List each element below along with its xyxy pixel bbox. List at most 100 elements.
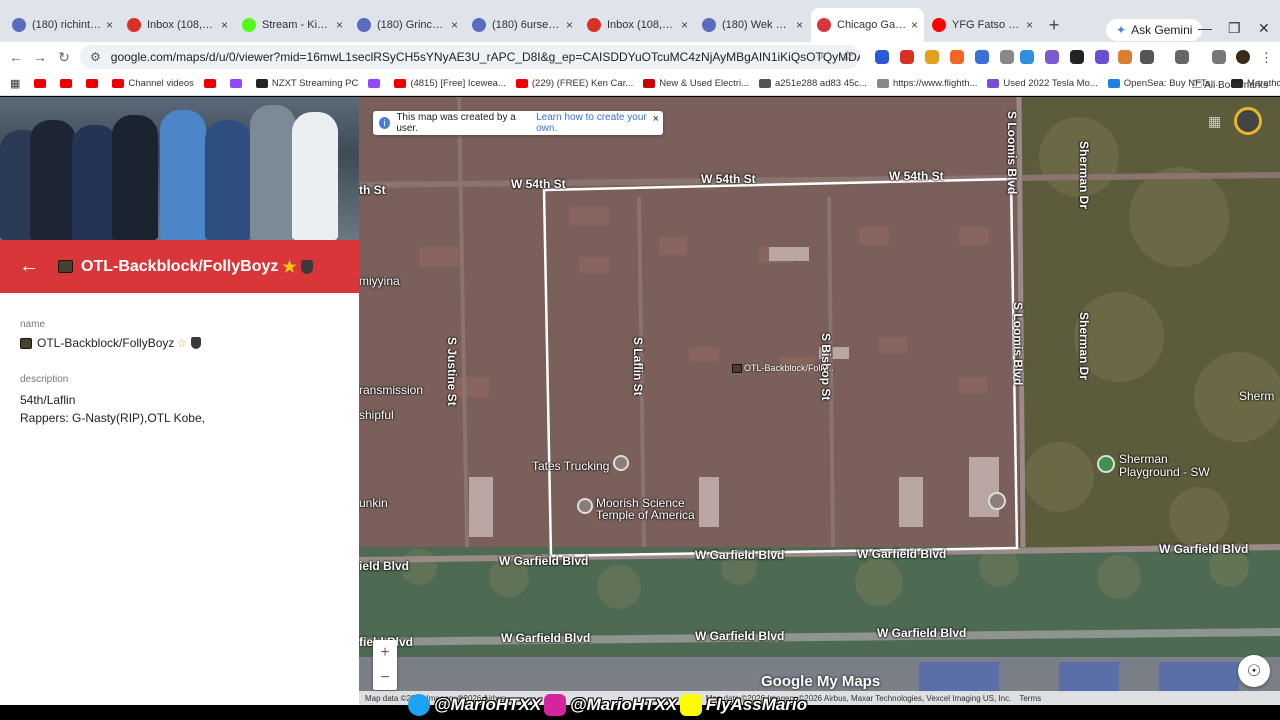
ask-gemini-button[interactable]: ✦ Ask Gemini xyxy=(1106,19,1203,41)
close-tab-icon[interactable]: × xyxy=(796,18,803,32)
bookmark-item[interactable]: Used 2022 Tesla Mo... xyxy=(987,78,1098,89)
folder-icon: 🗀 xyxy=(1191,80,1205,91)
close-tab-icon[interactable]: × xyxy=(451,18,458,32)
bookmark-favicon-icon xyxy=(643,79,656,88)
bookmark-item[interactable] xyxy=(86,79,102,88)
menu-kebab-icon[interactable]: ⋮ xyxy=(1260,50,1273,66)
bookmark-item[interactable]: https://www.flighth... xyxy=(876,78,977,89)
restore-icon[interactable]: ❐ xyxy=(1228,20,1241,37)
terms-link[interactable]: Terms xyxy=(1019,694,1041,703)
browser-tab[interactable]: Chicago Gang and× xyxy=(811,8,924,42)
bookmark-item[interactable] xyxy=(203,79,220,88)
extension-icon[interactable] xyxy=(1095,50,1109,64)
poi-label[interactable]: Sherman xyxy=(1119,452,1168,466)
avatar-icon xyxy=(472,18,486,32)
account-avatar[interactable] xyxy=(1234,107,1262,135)
minimize-icon[interactable]: — xyxy=(1198,20,1212,36)
extension-icon[interactable] xyxy=(875,50,889,64)
apps-grid-icon[interactable]: ▦ xyxy=(1208,113,1224,129)
poi-label[interactable]: Temple of America xyxy=(596,508,695,522)
extension-icon[interactable] xyxy=(1070,50,1084,64)
bookmark-item[interactable]: NZXT Streaming PC xyxy=(255,78,358,89)
avatar-icon xyxy=(702,18,716,32)
close-tab-icon[interactable]: × xyxy=(1026,18,1033,32)
park-pin-icon[interactable] xyxy=(1097,455,1115,473)
extension-icon[interactable] xyxy=(900,50,914,64)
new-tab-button[interactable]: + xyxy=(1041,8,1067,42)
browser-tab[interactable]: (180) 6urse Faction× xyxy=(466,8,579,42)
mymaps-icon xyxy=(817,18,831,32)
learn-more-link[interactable]: Learn how to create your own. xyxy=(536,112,663,134)
zoom-in-button[interactable]: + xyxy=(373,640,397,665)
gmail-icon xyxy=(587,18,601,32)
bookmark-favicon-icon xyxy=(759,79,772,88)
side-panel-icon[interactable] xyxy=(1175,50,1189,64)
poi-pin-icon[interactable] xyxy=(613,455,629,471)
road-label: S Loomis Blvd xyxy=(1011,302,1025,386)
extension-icon[interactable] xyxy=(1118,50,1132,64)
bookmark-item[interactable]: (4815) [Free] Icewea... xyxy=(394,78,506,89)
browser-tab[interactable]: YFG Fatso - Do × xyxy=(926,8,1039,42)
back-icon[interactable]: ← xyxy=(4,49,28,65)
bookmark-favicon-icon xyxy=(203,79,216,88)
feature-marker-icon[interactable] xyxy=(732,364,742,373)
road-label: W 54th St xyxy=(701,172,756,186)
road-label: S Laflin St xyxy=(631,337,645,396)
address-bar[interactable]: ⚙ google.com/maps/d/u/0/viewer?mid=16mwL… xyxy=(80,45,860,69)
pegman-icon[interactable]: ☉ xyxy=(1238,655,1270,687)
site-info-icon[interactable]: ⚙ xyxy=(90,50,101,64)
feature-marker-label[interactable]: OTL-Backblock/Folly... xyxy=(744,363,834,373)
bookmark-item[interactable] xyxy=(34,79,50,88)
extension-icon[interactable] xyxy=(1045,50,1059,64)
bookmark-star-icon[interactable]: ☆ xyxy=(842,48,854,64)
close-tab-icon[interactable]: × xyxy=(221,18,228,32)
zoom-out-button[interactable]: − xyxy=(373,665,397,690)
extension-icon[interactable] xyxy=(1000,50,1014,64)
school-pin-icon[interactable] xyxy=(988,492,1006,510)
bookmark-item[interactable] xyxy=(368,79,384,88)
media-controls-icon[interactable] xyxy=(1212,50,1226,64)
browser-tab[interactable]: (180) Wek Faction× xyxy=(696,8,809,42)
close-tab-icon[interactable]: × xyxy=(681,18,688,32)
browser-tab[interactable]: (180) richintention× xyxy=(6,8,119,42)
browser-tab[interactable]: (180) Grinch Faction× xyxy=(351,8,464,42)
close-icon[interactable]: × xyxy=(653,113,659,125)
browser-tab[interactable]: Inbox (108,608) - €× xyxy=(121,8,234,42)
bookmark-item[interactable]: (229) (FREE) Ken Car... xyxy=(515,78,633,89)
browser-tab[interactable]: Inbox (108,608) - €× xyxy=(581,8,694,42)
apps-grid-icon[interactable]: ▦ xyxy=(10,77,20,90)
back-arrow-icon[interactable]: ← xyxy=(0,255,58,278)
bookmark-item[interactable] xyxy=(229,79,246,88)
road-label: th St xyxy=(359,183,386,197)
extension-icon[interactable] xyxy=(975,50,989,64)
cube-emoji-icon xyxy=(20,337,32,349)
extensions-puzzle-icon[interactable] xyxy=(1140,50,1154,64)
map-canvas[interactable]: W 54th St W 54th St W 54th St th St S Lo… xyxy=(359,97,1280,705)
close-tab-icon[interactable]: × xyxy=(911,18,918,32)
close-tab-icon[interactable]: × xyxy=(566,18,573,32)
tab-strip: (180) richintention×Inbox (108,608) - €×… xyxy=(0,0,1280,42)
extension-icon[interactable] xyxy=(950,50,964,64)
bookmark-favicon-icon xyxy=(368,79,381,88)
forward-icon[interactable]: → xyxy=(28,49,52,65)
gemini-icon: ✦ xyxy=(1116,23,1127,37)
zoom-icon[interactable]: ⌕ xyxy=(820,48,827,63)
close-window-icon[interactable]: ✕ xyxy=(1258,20,1270,37)
bookmark-item[interactable]: New & Used Electri... xyxy=(643,78,749,89)
bookmark-item[interactable]: a251e288 ad83 45c... xyxy=(759,78,867,89)
poi-pin-icon[interactable] xyxy=(577,498,593,514)
close-tab-icon[interactable]: × xyxy=(336,18,343,32)
bookmark-favicon-icon xyxy=(394,79,407,88)
poi-label[interactable]: Tates Trucking xyxy=(532,459,609,473)
bookmark-item[interactable] xyxy=(60,79,76,88)
close-tab-icon[interactable]: × xyxy=(106,18,113,32)
youtube-icon xyxy=(932,18,946,32)
reload-icon[interactable]: ↻ xyxy=(52,49,76,66)
all-bookmarks-button[interactable]: 🗀 All Bookmarks xyxy=(1192,78,1268,95)
browser-tab[interactable]: Stream - Kick Dash× xyxy=(236,8,349,42)
poi-label[interactable]: Playground - SW xyxy=(1119,465,1210,479)
extension-icon[interactable] xyxy=(1020,50,1034,64)
extension-icon[interactable] xyxy=(925,50,939,64)
profile-avatar-icon[interactable] xyxy=(1236,50,1250,64)
bookmark-item[interactable]: Channel videos xyxy=(112,78,194,89)
